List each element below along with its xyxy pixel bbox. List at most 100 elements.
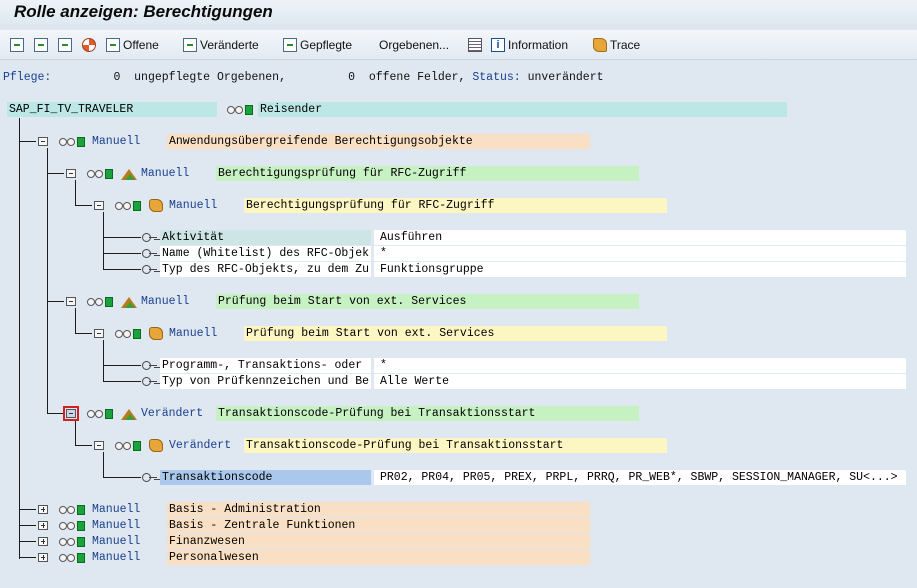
auth-object-icon	[121, 407, 137, 420]
field-value[interactable]: *	[374, 358, 906, 373]
tree-line	[103, 477, 141, 478]
expand-node-icon[interactable]	[38, 521, 48, 530]
field-value[interactable]: Ausführen	[374, 230, 906, 245]
class-text[interactable]: Anwendungsübergreifende Berechtigungsobj…	[167, 134, 590, 149]
authorization-text[interactable]: Berechtigungsprüfung für RFC-Zugriff	[244, 198, 667, 213]
status-lights-icon	[115, 201, 143, 211]
collapse-node-icon[interactable]	[94, 329, 104, 338]
tree-line	[75, 420, 76, 446]
field-key-icon	[142, 377, 158, 387]
status-lights-icon	[87, 169, 115, 179]
class-text[interactable]: Basis - Zentrale Funktionen	[167, 518, 590, 533]
object-text[interactable]: Transaktionscode-Prüfung bei Transaktion…	[216, 406, 639, 421]
tree-line	[103, 365, 141, 366]
open-button[interactable]: Offene	[106, 35, 159, 55]
trace-label: Trace	[610, 38, 641, 52]
tree-line	[19, 118, 20, 559]
field-name: Transaktionscode	[160, 470, 371, 485]
status-lights-icon	[115, 329, 143, 339]
status-lights-icon	[87, 409, 115, 419]
collapse-node-icon[interactable]	[38, 137, 48, 146]
node-status: Verändert	[169, 439, 232, 452]
changed-label: Veränderte	[200, 38, 259, 52]
field-name: Typ von Prüfkennzeichen und Be	[160, 374, 371, 389]
collapse-node-icon[interactable]	[94, 201, 104, 210]
title-bar: Rolle anzeigen: Berechtigungen	[0, 0, 917, 28]
authorization-text[interactable]: Prüfung beim Start von ext. Services	[244, 326, 667, 341]
status-lights-icon	[227, 105, 255, 115]
maintained-button[interactable]: Gepflegte	[283, 35, 352, 55]
status-value: unverändert	[527, 71, 604, 84]
class-text[interactable]: Personalwesen	[167, 550, 590, 565]
list-icon	[468, 38, 482, 52]
subtree-icon	[58, 38, 72, 52]
object-text[interactable]: Berechtigungsprüfung für RFC-Zugriff	[216, 166, 639, 181]
information-label: Information	[508, 38, 569, 52]
object-text[interactable]: Prüfung beim Start von ext. Services	[216, 294, 639, 309]
help-lifebuoy-icon	[82, 38, 96, 52]
node-status: Manuell	[141, 295, 190, 308]
pflege-label: Pflege:	[3, 71, 52, 84]
open-label: Offene	[123, 38, 159, 52]
expand-all-button[interactable]	[10, 35, 27, 55]
tree-line	[103, 340, 104, 382]
tree-line	[47, 148, 48, 414]
tree-line	[19, 509, 36, 510]
tree-line	[19, 557, 36, 558]
field-value[interactable]: *	[374, 246, 906, 261]
node-status: Verändert	[141, 407, 204, 420]
field-key-icon	[142, 473, 158, 483]
role-description: Reisender	[258, 102, 787, 117]
tree-line	[103, 237, 141, 238]
role-name[interactable]: SAP_FI_TV_TRAVELER	[7, 102, 217, 117]
expand-node-icon[interactable]	[38, 537, 48, 546]
authorization-text[interactable]: Transaktionscode-Prüfung bei Transaktion…	[244, 438, 667, 453]
expand-node-icon[interactable]	[38, 553, 48, 562]
maintained-label: Gepflegte	[300, 38, 353, 52]
tree-line	[103, 452, 104, 478]
class-text[interactable]: Finanzwesen	[167, 534, 590, 549]
tree-line	[103, 253, 141, 254]
trace-button[interactable]: Trace	[593, 35, 640, 55]
node-status: Manuell	[92, 519, 141, 532]
field-value[interactable]: PR02, PR04, PR05, PREX, PRPL, PRRQ, PR_W…	[374, 470, 906, 485]
tree-line	[47, 413, 64, 414]
maintenance-status-line: Pflege: 0 ungepflegte Orgebenen, 0 offen…	[3, 71, 604, 84]
information-button[interactable]: i Information	[491, 35, 568, 55]
collapse-all-button[interactable]	[34, 35, 51, 55]
auth-object-icon	[121, 167, 137, 180]
authorization-icon	[149, 199, 163, 212]
help-button[interactable]	[82, 35, 99, 55]
window-title: Rolle anzeigen: Berechtigungen	[14, 2, 273, 21]
field-key-icon	[142, 233, 158, 243]
tree-line	[75, 333, 92, 334]
org-levels-button[interactable]: Orgebenen...	[379, 35, 449, 55]
collapse-node-icon[interactable]	[94, 441, 104, 450]
node-status: Manuell	[92, 503, 141, 516]
list-button[interactable]	[468, 35, 485, 55]
status-lights-icon	[59, 505, 87, 515]
application-toolbar: Offene Veränderte Gepflegte Orgebenen...…	[0, 30, 917, 60]
tree-line	[75, 180, 76, 206]
field-value[interactable]: Funktionsgruppe	[374, 262, 906, 277]
class-text[interactable]: Basis - Administration	[167, 502, 590, 517]
node-status: Manuell	[92, 135, 141, 148]
tree-line	[47, 301, 64, 302]
expand-all-icon	[10, 38, 24, 52]
expand-node-icon[interactable]	[38, 505, 48, 514]
tree-line	[103, 381, 141, 382]
collapse-node-icon[interactable]	[63, 406, 79, 421]
collapse-node-icon[interactable]	[66, 169, 76, 178]
subtree-button[interactable]	[58, 35, 75, 55]
field-value[interactable]: Alle Werte	[374, 374, 906, 389]
changed-button[interactable]: Veränderte	[183, 35, 259, 55]
collapse-node-icon[interactable]	[66, 297, 76, 306]
authorization-icon	[149, 327, 163, 340]
changed-icon	[183, 38, 197, 52]
status-lights-icon	[59, 137, 87, 147]
status-lights-icon	[59, 537, 87, 547]
field-name: Typ des RFC-Objekts, zu dem Zu	[160, 262, 371, 277]
status-lights-icon	[59, 553, 87, 563]
status-label: Status:	[472, 71, 521, 84]
unmaintained-text: ungepflegte Orgebenen,	[134, 71, 286, 84]
